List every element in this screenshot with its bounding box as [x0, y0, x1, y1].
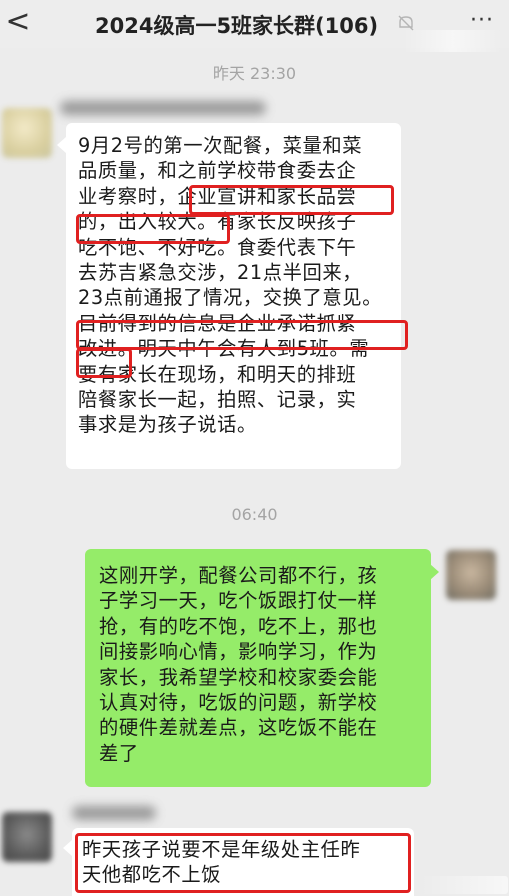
- message-text: 这刚开学，配餐公司都不行，孩 子学习一天，吃个饭跟打仗一样 抢，有的吃不饱，吃不…: [99, 563, 377, 766]
- chevron-left-icon[interactable]: <: [4, 4, 32, 39]
- message-line: 天他都吃不上饭: [82, 863, 222, 887]
- message-line: 吃不饱、不好吃。食委代表下午: [78, 235, 357, 259]
- timestamp: 昨天 23:30: [212, 64, 297, 83]
- message-line: 这刚开学，配餐公司都不行，孩: [99, 564, 378, 587]
- message-line: 23点前通报了情况，交换了意见。: [78, 286, 383, 310]
- message-line: 9月2号的第一次配餐，菜量和菜: [78, 134, 363, 157]
- message-line: 业考察时，企业宣讲和家长品尝: [78, 184, 357, 208]
- message-line: 家长，我希望学校和校家委会能: [99, 665, 378, 689]
- bubble-tail: [57, 137, 66, 153]
- chat-title: 2024级高一5班家长群(106): [95, 14, 379, 38]
- message-line: 间接影响心情，影响学习，作为: [99, 640, 378, 664]
- message-line: 要有家长在现场，和明天的排班: [78, 362, 357, 386]
- sender-name: [60, 101, 266, 115]
- chat-header: < 2024级高一5班家长群(106) ···: [0, 0, 509, 52]
- watermark: [403, 30, 503, 52]
- watermark: [420, 876, 508, 894]
- message-line: 去苏吉紧急交涉，21点半回来，: [78, 261, 363, 285]
- bubble-tail: [430, 564, 439, 580]
- message-line: 的，出入较大。有家长反映孩子: [78, 210, 357, 234]
- message-text: 昨天孩子说要不是年级处主任昨 天他都吃不上饭: [82, 837, 360, 888]
- bubble-tail: [63, 840, 72, 856]
- message-line: 的硬件差就差点，这吃饭不能在: [99, 716, 378, 740]
- message-line: 认真对待，吃饭的问题，新学校: [99, 691, 378, 715]
- message-bubble-received[interactable]: 9月2号的第一次配餐，菜量和菜 品质量，和之前学校带食委去企 业考察时，企业宣讲…: [66, 123, 401, 469]
- avatar[interactable]: [446, 550, 496, 600]
- message-line: 昨天孩子说要不是年级处主任昨: [82, 838, 361, 861]
- message-line: 陪餐家长一起，拍照、记录，实: [78, 388, 357, 412]
- avatar[interactable]: [2, 812, 52, 862]
- message-line: 品质量，和之前学校带食委去企: [78, 159, 357, 183]
- timestamp: 06:40: [231, 505, 278, 524]
- sender-name: [72, 806, 156, 820]
- message-bubble-received[interactable]: 昨天孩子说要不是年级处主任昨 天他都吃不上饭: [72, 828, 414, 896]
- message-bubble-sent[interactable]: 这刚开学，配餐公司都不行，孩 子学习一天，吃个饭跟打仗一样 抢，有的吃不饱，吃不…: [85, 549, 431, 787]
- message-line: 抢，有的吃不饱，吃不上，那也: [99, 614, 378, 638]
- message-line: 子学习一天，吃个饭跟打仗一样: [99, 589, 378, 613]
- message-line: 事求是为孩子说话。: [78, 413, 257, 437]
- message-text: 9月2号的第一次配餐，菜量和菜 品质量，和之前学校带食委去企 业考察时，企业宣讲…: [78, 133, 382, 438]
- avatar[interactable]: [2, 108, 52, 158]
- message-line: 差了: [99, 741, 139, 765]
- message-line: 目前得到的信息是企业承诺抓紧: [78, 311, 357, 335]
- message-line: 改进。明天中午会有人到5班。需: [78, 337, 370, 361]
